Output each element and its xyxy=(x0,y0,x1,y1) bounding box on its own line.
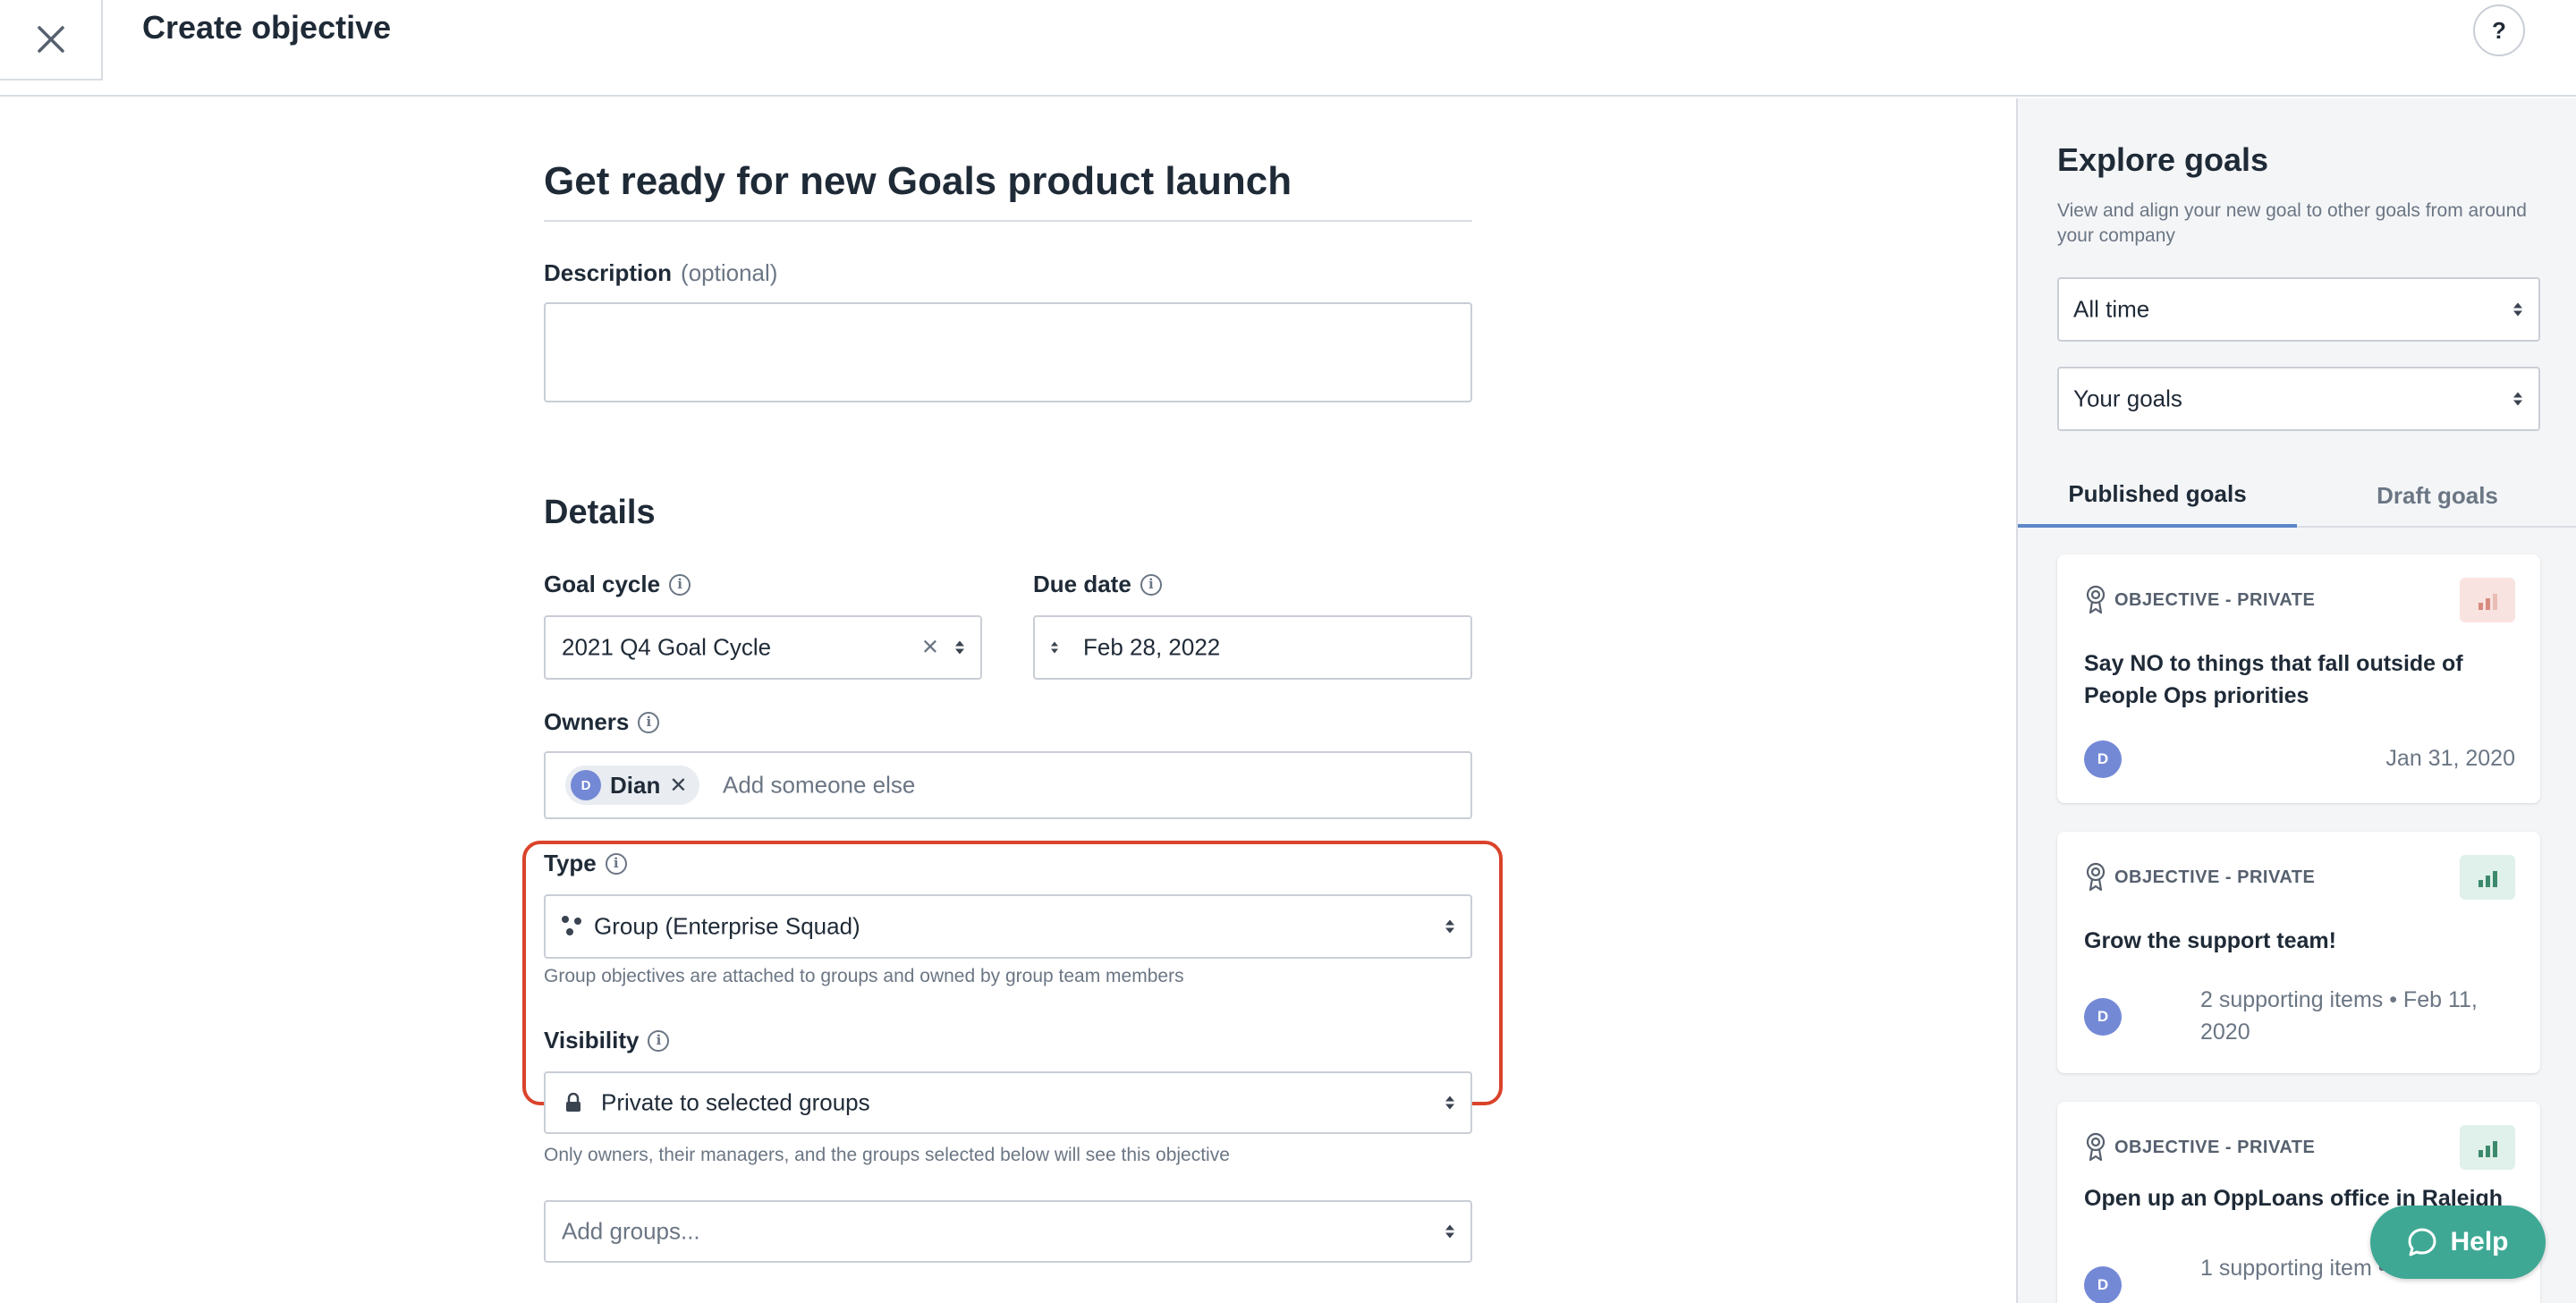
select-arrows-icon xyxy=(2513,302,2522,317)
card-meta: Jan 31, 2020 xyxy=(2385,746,2515,771)
select-arrows-icon xyxy=(955,640,964,655)
close-button[interactable] xyxy=(0,0,103,80)
type-hint: Group objectives are attached to groups … xyxy=(544,966,1184,986)
description-label: Description (optional) xyxy=(544,259,778,286)
card-kind: OBJECTIVE - PRIVATE xyxy=(2084,1132,2315,1163)
help-chat-button[interactable]: Help xyxy=(2370,1206,2546,1279)
chat-bubble-icon xyxy=(2408,1228,2436,1256)
goal-card[interactable]: OBJECTIVE - PRIVATE Grow the support tea… xyxy=(2057,832,2540,1073)
due-date-label: Due date i xyxy=(1033,571,1162,598)
objective-form: Get ready for new Goals product launch D… xyxy=(0,98,2016,1303)
at-risk-badge xyxy=(2460,578,2515,622)
card-title: Grow the support team! xyxy=(2084,928,2336,953)
info-icon[interactable]: i xyxy=(605,852,627,875)
card-kind: OBJECTIVE - PRIVATE xyxy=(2084,862,2315,893)
optional-tag: (optional) xyxy=(681,259,778,286)
type-select[interactable]: Group (Enterprise Squad) xyxy=(544,894,1472,959)
info-icon[interactable]: i xyxy=(638,711,660,733)
info-icon[interactable]: i xyxy=(648,1029,670,1052)
due-date-field[interactable]: Feb 28, 2022 xyxy=(1033,615,1472,680)
visibility-label: Visibility i xyxy=(544,1027,670,1054)
info-icon[interactable]: i xyxy=(1140,573,1162,596)
group-icon xyxy=(562,916,583,937)
avatar: D xyxy=(571,770,601,800)
tab-draft-goals[interactable]: Draft goals xyxy=(2297,463,2576,528)
on-track-badge xyxy=(2460,855,2515,900)
select-arrows-icon xyxy=(2513,392,2522,406)
explore-goals-panel: Explore goals View and align your new go… xyxy=(2016,98,2576,1303)
owners-input[interactable]: D Dian ✕ Add someone else xyxy=(544,751,1472,819)
panel-subtitle: View and align your new goal to other go… xyxy=(2057,200,2527,246)
details-heading: Details xyxy=(544,494,656,531)
select-arrows-icon xyxy=(1445,1224,1454,1239)
avatar: D xyxy=(2084,1266,2122,1303)
close-icon xyxy=(37,26,64,53)
page-title: Create objective xyxy=(142,9,392,46)
help-question-button[interactable]: ? xyxy=(2473,4,2525,56)
tab-published-goals[interactable]: Published goals xyxy=(2018,463,2297,528)
avatar: D xyxy=(2084,740,2122,778)
avatar: D xyxy=(2084,998,2122,1036)
scope-filter-select[interactable]: Your goals xyxy=(2057,367,2540,431)
select-arrows-icon xyxy=(1445,919,1454,934)
time-filter-select[interactable]: All time xyxy=(2057,277,2540,342)
goal-cycle-label: Goal cycle i xyxy=(544,571,691,598)
type-label: Type i xyxy=(544,850,627,877)
objective-target-icon xyxy=(2086,585,2106,614)
on-track-badge xyxy=(2460,1125,2515,1170)
card-title: Say NO to things that fall outside of Pe… xyxy=(2084,651,2463,708)
panel-title: Explore goals xyxy=(2057,141,2269,178)
objective-target-icon xyxy=(2086,862,2106,892)
add-groups-select[interactable]: Add groups... xyxy=(544,1200,1472,1263)
goals-tabs: Published goals Draft goals xyxy=(2018,463,2576,528)
owners-placeholder: Add someone else xyxy=(723,771,916,799)
description-textarea[interactable] xyxy=(544,302,1472,402)
remove-owner-icon[interactable]: ✕ xyxy=(669,773,687,799)
lock-icon xyxy=(566,1093,580,1112)
clear-icon[interactable]: ✕ xyxy=(921,635,939,661)
owner-chip: D Dian ✕ xyxy=(565,766,700,805)
card-kind: OBJECTIVE - PRIVATE xyxy=(2084,585,2315,615)
goal-cycle-select[interactable]: 2021 Q4 Goal Cycle ✕ xyxy=(544,615,982,680)
goal-card[interactable]: OBJECTIVE - PRIVATE Say NO to things tha… xyxy=(2057,554,2540,803)
objective-title-input[interactable]: Get ready for new Goals product launch xyxy=(544,152,1472,222)
select-arrows-icon xyxy=(1051,641,1058,654)
visibility-select[interactable]: Private to selected groups xyxy=(544,1071,1472,1134)
visibility-hint: Only owners, their managers, and the gro… xyxy=(544,1145,1230,1165)
info-icon[interactable]: i xyxy=(669,573,691,596)
owners-label: Owners i xyxy=(544,708,660,736)
top-bar: Create objective ? xyxy=(0,0,2576,97)
objective-target-icon xyxy=(2086,1132,2106,1162)
select-arrows-icon xyxy=(1445,1096,1454,1110)
card-meta: 2 supporting items • Feb 11, 2020 xyxy=(2200,987,2478,1045)
